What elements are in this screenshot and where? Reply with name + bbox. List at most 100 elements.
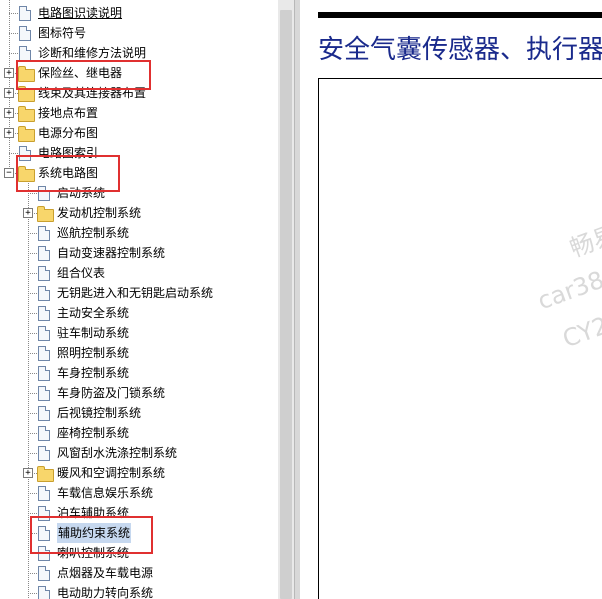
tree-item-label: 无钥匙进入和无钥匙启动系统 [57,286,214,300]
highlight-box-restraint-system [30,516,153,554]
tree-item[interactable]: 电路图识读说明 [0,3,278,23]
document-icon [38,446,50,461]
tree-item[interactable]: 主动安全系统 [0,303,278,323]
tree-guide-branch [9,33,18,34]
collapse-icon[interactable]: − [4,168,14,178]
tree-item[interactable]: 照明控制系统 [0,343,278,363]
tree-item[interactable]: 驻车制动系统 [0,323,278,343]
tree-item[interactable]: + 发动机控制系统 [0,203,278,223]
folder-icon [37,206,54,222]
tree-item-label: 车载信息娱乐系统 [57,486,154,500]
document-icon [38,586,50,599]
tree-item[interactable]: 图标符号 [0,23,278,43]
document-icon [38,346,50,361]
expand-icon[interactable]: + [23,208,33,218]
tree-item[interactable]: 无钥匙进入和无钥匙启动系统 [0,283,278,303]
tree-item[interactable]: 风窗刮水洗涤控制系统 [0,443,278,463]
tree-guide-branch [28,293,37,294]
document-icon [38,306,50,321]
tree-guide-branch [9,13,18,14]
tree-item[interactable]: 自动变速器控制系统 [0,243,278,263]
expand-icon[interactable]: + [4,128,14,138]
tree-scrollbar-thumb[interactable] [280,10,292,599]
document-icon [19,26,31,41]
tree-item[interactable]: 点烟器及车载电源 [0,563,278,583]
tree-item[interactable]: + 电源分布图 [0,123,278,143]
tree-item-label: 电路图识读说明 [38,6,123,20]
tree-guide-branch [28,393,37,394]
document-icon [38,246,50,261]
document-icon [38,426,50,441]
document-icon [38,286,50,301]
tree-item[interactable]: 车载信息娱乐系统 [0,483,278,503]
tree-guide-branch [28,333,37,334]
highlight-box-system-circuit [16,155,120,192]
tree-item-label: 主动安全系统 [57,306,130,320]
folder-icon [18,86,35,102]
document-icon [38,486,50,501]
expand-icon[interactable]: + [23,468,33,478]
tree-item[interactable]: 巡航控制系统 [0,223,278,243]
tree-guide-branch [28,513,37,514]
tree-guide-branch [28,433,37,434]
document-icon [38,366,50,381]
tree-item[interactable]: 电动助力转向系统 [0,583,278,599]
tree-guide-branch [28,233,37,234]
tree-item[interactable]: 组合仪表 [0,263,278,283]
tree-item-label: 后视镜控制系统 [57,406,142,420]
tree-item-label: 照明控制系统 [57,346,130,360]
tree-guide-branch [28,593,37,594]
expand-icon[interactable]: + [4,68,14,78]
tree-item-label: 电动助力转向系统 [57,586,154,599]
expand-icon[interactable]: + [4,88,14,98]
diagram-frame: 畅易 car38 CY2 [318,78,602,599]
tree-guide-branch [28,453,37,454]
tree-guide-branch [9,53,18,54]
tree-item[interactable]: + 暖风和空调控制系统 [0,463,278,483]
highlight-box-fuse-relay [16,60,151,90]
tree-guide-branch [28,253,37,254]
tree-item-label: 驻车制动系统 [57,326,130,340]
tree-item-label: 电源分布图 [38,126,99,140]
document-icon [38,266,50,281]
tree-item-label: 发动机控制系统 [57,206,142,220]
title-rule [318,12,602,18]
watermark-3: CY2 [559,311,602,354]
tree-item-label: 车身控制系统 [57,366,130,380]
tree-item-label: 接地点布置 [38,106,99,120]
folder-icon [18,126,35,142]
tree-item-label: 巡航控制系统 [57,226,130,240]
watermark-1: 畅易 [566,220,602,263]
tree-guide-branch [28,493,37,494]
document-icon [38,226,50,241]
document-icon [38,326,50,341]
tree-item[interactable]: 座椅控制系统 [0,423,278,443]
tree-item-label: 风窗刮水洗涤控制系统 [57,446,178,460]
tree-guide-branch [28,313,37,314]
document-icon [38,406,50,421]
tree-item[interactable]: 车身控制系统 [0,363,278,383]
tree-guide-branch [9,153,18,154]
expand-icon[interactable]: + [4,108,14,118]
tree-item[interactable]: + 接地点布置 [0,103,278,123]
tree-item-label: 组合仪表 [57,266,106,280]
tree-guide-branch [28,353,37,354]
document-pane: 安全气囊传感器、执行器 畅易 car38 CY2 [300,0,602,599]
tree-item-label: 车身防盗及门锁系统 [57,386,166,400]
folder-icon [18,106,35,122]
tree-item-label: 自动变速器控制系统 [57,246,166,260]
tree-guide-branch [28,273,37,274]
folder-icon [37,466,54,482]
tree-guide-branch [28,413,37,414]
tree-item-label: 座椅控制系统 [57,426,130,440]
tree-item[interactable]: 车身防盗及门锁系统 [0,383,278,403]
document-icon [38,566,50,581]
page-title: 安全气囊传感器、执行器 [318,35,602,65]
watermark-2: car38 [534,265,602,316]
tree-item-label: 点烟器及车载电源 [57,566,154,580]
document-icon [19,46,31,61]
tree-item-label: 图标符号 [38,26,87,40]
tree-item[interactable]: 后视镜控制系统 [0,403,278,423]
tree-guide-branch [28,193,37,194]
tree-item-label: 暖风和空调控制系统 [57,466,166,480]
